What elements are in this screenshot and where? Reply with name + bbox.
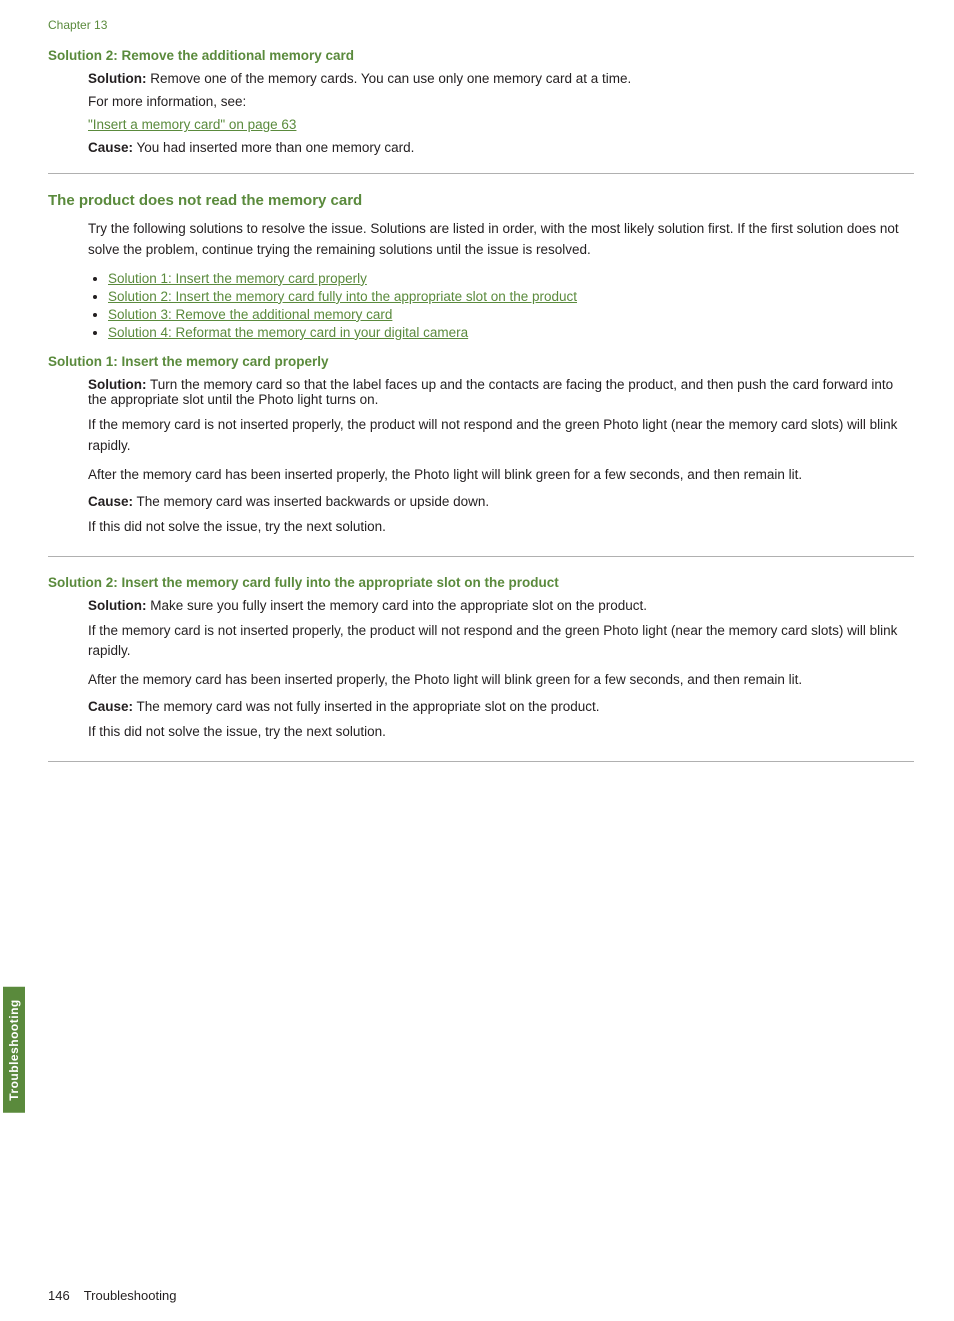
sol1-para2: After the memory card has been inserted … xyxy=(48,465,914,486)
sol2-para1: If the memory card is not inserted prope… xyxy=(48,621,914,663)
sol2-next: If this did not solve the issue, try the… xyxy=(48,722,914,743)
main-content: Chapter 13 Solution 2: Remove the additi… xyxy=(28,0,954,1321)
sol2-solution-text: Make sure you fully insert the memory ca… xyxy=(146,598,647,613)
more-info-text: For more information, see: xyxy=(48,94,914,109)
sol2-solution: Solution: Make sure you fully insert the… xyxy=(48,598,914,613)
sol2-cause-label: Cause: xyxy=(88,699,133,714)
bullet-link-2[interactable]: Solution 2: Insert the memory card fully… xyxy=(108,289,577,304)
list-item[interactable]: Solution 1: Insert the memory card prope… xyxy=(108,271,914,286)
product-does-not-read-heading: The product does not read the memory car… xyxy=(48,192,914,209)
intro-text: Try the following solutions to resolve t… xyxy=(48,219,914,261)
sol1-cause: Cause: The memory card was inserted back… xyxy=(48,494,914,509)
divider-2 xyxy=(48,556,914,557)
page-wrapper: Troubleshooting Chapter 13 Solution 2: R… xyxy=(0,0,954,1321)
sol2-cause: Cause: The memory card was not fully ins… xyxy=(48,699,914,714)
solution-text: Remove one of the memory cards. You can … xyxy=(146,71,631,86)
chapter-label: Chapter 13 xyxy=(48,18,914,32)
list-item[interactable]: Solution 3: Remove the additional memory… xyxy=(108,307,914,322)
insert-memory-card-link[interactable]: "Insert a memory card" on page 63 xyxy=(48,117,914,132)
sol1-cause-text: The memory card was inserted backwards o… xyxy=(133,494,489,509)
sol2-cause-text: The memory card was not fully inserted i… xyxy=(133,699,600,714)
sol2-solution-label: Solution: xyxy=(88,598,146,613)
solutions-list: Solution 1: Insert the memory card prope… xyxy=(48,271,914,340)
list-item[interactable]: Solution 2: Insert the memory card fully… xyxy=(108,289,914,304)
sol1-cause-label: Cause: xyxy=(88,494,133,509)
solution-label: Solution: xyxy=(88,71,146,86)
bullet-link-1[interactable]: Solution 1: Insert the memory card prope… xyxy=(108,271,367,286)
cause-block: Cause: You had inserted more than one me… xyxy=(48,140,914,155)
divider-3 xyxy=(48,761,914,762)
solution2-remove-heading: Solution 2: Remove the additional memory… xyxy=(48,48,914,63)
list-item[interactable]: Solution 4: Reformat the memory card in … xyxy=(108,325,914,340)
cause-label: Cause: xyxy=(88,140,133,155)
sol1-next: If this did not solve the issue, try the… xyxy=(48,517,914,538)
footer: 146 Troubleshooting xyxy=(48,1288,176,1303)
sol1-para1: If the memory card is not inserted prope… xyxy=(48,415,914,457)
sol2-para2: After the memory card has been inserted … xyxy=(48,670,914,691)
sol1-solution-label: Solution: xyxy=(88,377,146,392)
divider-1 xyxy=(48,173,914,174)
solution2-remove-solution: Solution: Remove one of the memory cards… xyxy=(48,71,914,86)
sol1-section: Solution 1: Insert the memory card prope… xyxy=(48,354,914,538)
sidebar-label: Troubleshooting xyxy=(3,987,25,1113)
sol1-solution: Solution: Turn the memory card so that t… xyxy=(48,377,914,407)
sidebar: Troubleshooting xyxy=(0,0,28,1321)
footer-page-number: 146 xyxy=(48,1288,70,1303)
sol1-heading: Solution 1: Insert the memory card prope… xyxy=(48,354,914,369)
sol2-section: Solution 2: Insert the memory card fully… xyxy=(48,575,914,744)
cause-text: You had inserted more than one memory ca… xyxy=(133,140,414,155)
sol1-solution-text: Turn the memory card so that the label f… xyxy=(88,377,893,407)
sol2-heading: Solution 2: Insert the memory card fully… xyxy=(48,575,914,590)
bullet-link-4[interactable]: Solution 4: Reformat the memory card in … xyxy=(108,325,468,340)
solution2-remove-section: Solution 2: Remove the additional memory… xyxy=(48,48,914,155)
bullet-link-3[interactable]: Solution 3: Remove the additional memory… xyxy=(108,307,392,322)
footer-section: Troubleshooting xyxy=(84,1288,177,1303)
product-does-not-read-section: The product does not read the memory car… xyxy=(48,192,914,762)
